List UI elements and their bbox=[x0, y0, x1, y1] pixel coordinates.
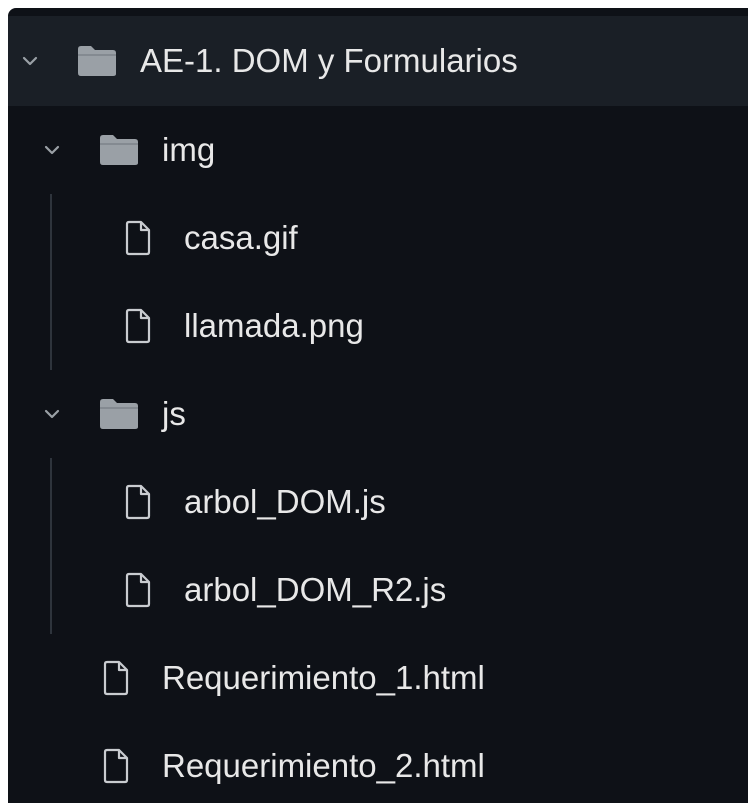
tree-item-file[interactable]: llamada.png bbox=[8, 282, 748, 370]
file-icon bbox=[124, 484, 152, 520]
folder-icon bbox=[76, 44, 118, 78]
tree-item-folder-js[interactable]: js bbox=[8, 370, 748, 458]
file-label: arbol_DOM_R2.js bbox=[184, 571, 447, 608]
tree-item-file[interactable]: casa.gif bbox=[8, 194, 748, 282]
tree-item-file[interactable]: Requerimiento_1.html bbox=[8, 634, 748, 722]
folder-label: img bbox=[162, 131, 216, 168]
file-label: Requerimiento_2.html bbox=[162, 747, 485, 784]
tree-item-folder-img[interactable]: img bbox=[8, 106, 748, 194]
file-label: llamada.png bbox=[184, 307, 364, 344]
folder-icon bbox=[98, 397, 140, 431]
tree-item-root-folder[interactable]: AE-1. DOM y Formularios bbox=[8, 16, 748, 106]
file-icon bbox=[124, 308, 152, 344]
file-icon bbox=[102, 748, 130, 784]
tree-item-file[interactable]: Requerimiento_2.html bbox=[8, 722, 748, 803]
chevron-down-icon[interactable] bbox=[42, 404, 62, 424]
file-icon bbox=[124, 572, 152, 608]
file-icon bbox=[102, 660, 130, 696]
folder-icon bbox=[98, 133, 140, 167]
tree-item-file[interactable]: arbol_DOM.js bbox=[8, 458, 748, 546]
chevron-down-icon[interactable] bbox=[20, 51, 40, 71]
root-folder-label: AE-1. DOM y Formularios bbox=[140, 42, 518, 79]
file-label: Requerimiento_1.html bbox=[162, 659, 485, 696]
file-explorer-panel: AE-1. DOM y Formularios img casa.gif lla… bbox=[8, 8, 748, 803]
file-label: arbol_DOM.js bbox=[184, 483, 386, 520]
file-label: casa.gif bbox=[184, 219, 298, 256]
chevron-down-icon[interactable] bbox=[42, 140, 62, 160]
tree-item-file[interactable]: arbol_DOM_R2.js bbox=[8, 546, 748, 634]
file-icon bbox=[124, 220, 152, 256]
folder-label: js bbox=[162, 395, 186, 432]
